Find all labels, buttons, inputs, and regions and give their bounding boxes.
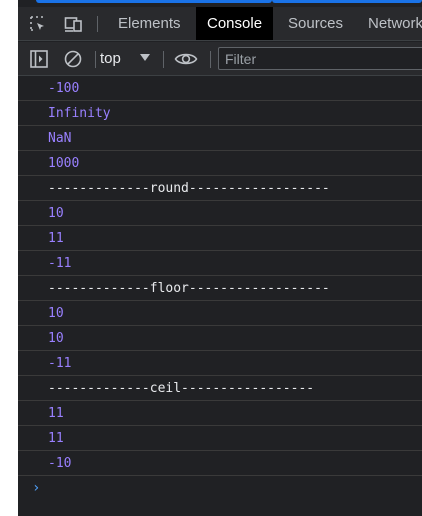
console-toolbar: top (18, 42, 422, 76)
devtools-panel: Elements Console Sources Network top -10… (18, 0, 422, 516)
console-log-number: -10 (18, 451, 422, 476)
tab-network[interactable]: Network (357, 7, 422, 40)
sidebar-toggle-icon[interactable] (29, 49, 49, 69)
console-log-number: 10 (18, 326, 422, 351)
inspect-element-icon[interactable] (29, 15, 47, 33)
tab-sources[interactable]: Sources (277, 7, 354, 40)
console-log-number: -11 (18, 351, 422, 376)
console-log-number: 11 (18, 401, 422, 426)
prompt-chevron-icon: › (32, 480, 41, 496)
top-accent-left (36, 0, 272, 3)
top-accent-right (272, 0, 422, 3)
tab-separator (97, 16, 98, 32)
console-log-number: -100 (18, 76, 422, 101)
toolbar-separator (163, 51, 164, 68)
console-log-string: -------------ceil----------------- (18, 376, 422, 401)
console-log-string: -------------floor------------------ (18, 276, 422, 301)
window-top-strip (18, 0, 422, 4)
toolbar-separator (210, 51, 211, 68)
device-toolbar-icon[interactable] (64, 15, 84, 33)
console-prompt[interactable]: › (18, 476, 422, 500)
toolbar-separator (95, 51, 96, 68)
filter-input[interactable] (218, 47, 422, 70)
tab-elements[interactable]: Elements (107, 7, 192, 40)
dropdown-arrow-icon[interactable] (140, 54, 150, 61)
console-log-string: -------------round------------------ (18, 176, 422, 201)
console-output: -100 Infinity NaN 1000 -------------round---… (18, 76, 422, 476)
eye-icon[interactable] (174, 49, 198, 69)
tab-console[interactable]: Console (196, 7, 274, 40)
console-log-number: 10 (18, 201, 422, 226)
console-log-number: 11 (18, 426, 422, 451)
clear-console-icon[interactable] (63, 49, 83, 69)
devtools-tab-bar: Elements Console Sources Network (18, 7, 422, 41)
console-log-number: NaN (18, 126, 422, 151)
console-log-number: 10 (18, 301, 422, 326)
console-log-number: 11 (18, 226, 422, 251)
console-log-number: -11 (18, 251, 422, 276)
console-log-number: Infinity (18, 101, 422, 126)
context-select[interactable]: top (100, 48, 121, 70)
console-log-number: 1000 (18, 151, 422, 176)
